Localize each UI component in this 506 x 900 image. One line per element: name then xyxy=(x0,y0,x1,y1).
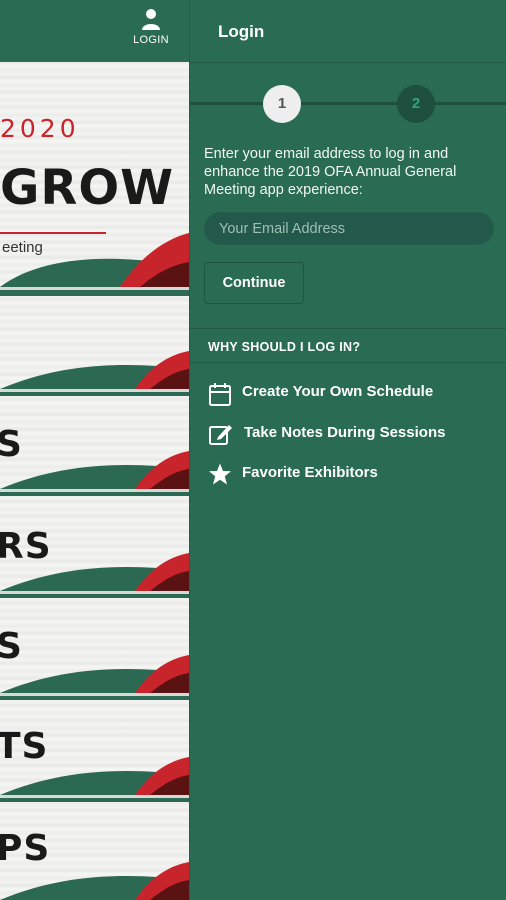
menu-tile-3[interactable]: RS xyxy=(0,496,189,594)
tile-wave-decoration xyxy=(0,553,189,591)
calendar-icon xyxy=(209,383,231,406)
menu-tile-2[interactable]: S xyxy=(0,396,189,492)
step-1-indicator: 1 xyxy=(263,85,301,123)
menu-tile-6[interactable]: PS xyxy=(0,802,189,900)
login-drawer: Login 1 2 Enter your email address to lo… xyxy=(189,0,506,900)
app-header: LOGIN xyxy=(0,0,189,62)
menu-tile-1[interactable] xyxy=(0,296,189,392)
menu-tile-5[interactable]: TS xyxy=(0,700,189,798)
tile-wave-decoration xyxy=(0,655,189,693)
user-icon xyxy=(142,9,160,30)
step-progress-line xyxy=(190,102,506,105)
continue-button[interactable]: Continue xyxy=(204,262,304,304)
benefit-label: Favorite Exhibitors xyxy=(242,464,378,481)
email-field[interactable] xyxy=(204,212,494,245)
header-login-label: LOGIN xyxy=(133,34,169,46)
login-intro-text: Enter your email address to log in and e… xyxy=(204,146,457,198)
banner-year: 2020 xyxy=(0,114,80,143)
tile-wave-decoration xyxy=(0,351,189,389)
divider xyxy=(190,328,506,329)
benefit-label: Create Your Own Schedule xyxy=(242,383,434,400)
why-login-heading: WHY SHOULD I LOG IN? xyxy=(208,340,361,354)
tile-wave-decoration xyxy=(0,757,189,795)
banner-wave-decoration xyxy=(0,233,189,287)
tile-wave-decoration xyxy=(0,451,189,489)
home-screen: LOGIN 2020 GROW eeting S RS xyxy=(0,0,189,900)
divider xyxy=(190,362,506,363)
tile-wave-decoration xyxy=(0,862,189,900)
banner-headline: GROW xyxy=(0,160,175,216)
menu-tile-4[interactable]: S xyxy=(0,598,189,696)
step-2-indicator: 2 xyxy=(397,85,435,123)
event-banner[interactable]: 2020 GROW eeting xyxy=(0,62,189,290)
benefit-label: Take Notes During Sessions xyxy=(244,424,446,441)
divider xyxy=(190,62,506,63)
drawer-title: Login xyxy=(218,22,265,41)
header-login-button[interactable]: LOGIN xyxy=(120,6,182,56)
star-icon xyxy=(209,463,231,485)
note-edit-icon xyxy=(209,425,232,445)
